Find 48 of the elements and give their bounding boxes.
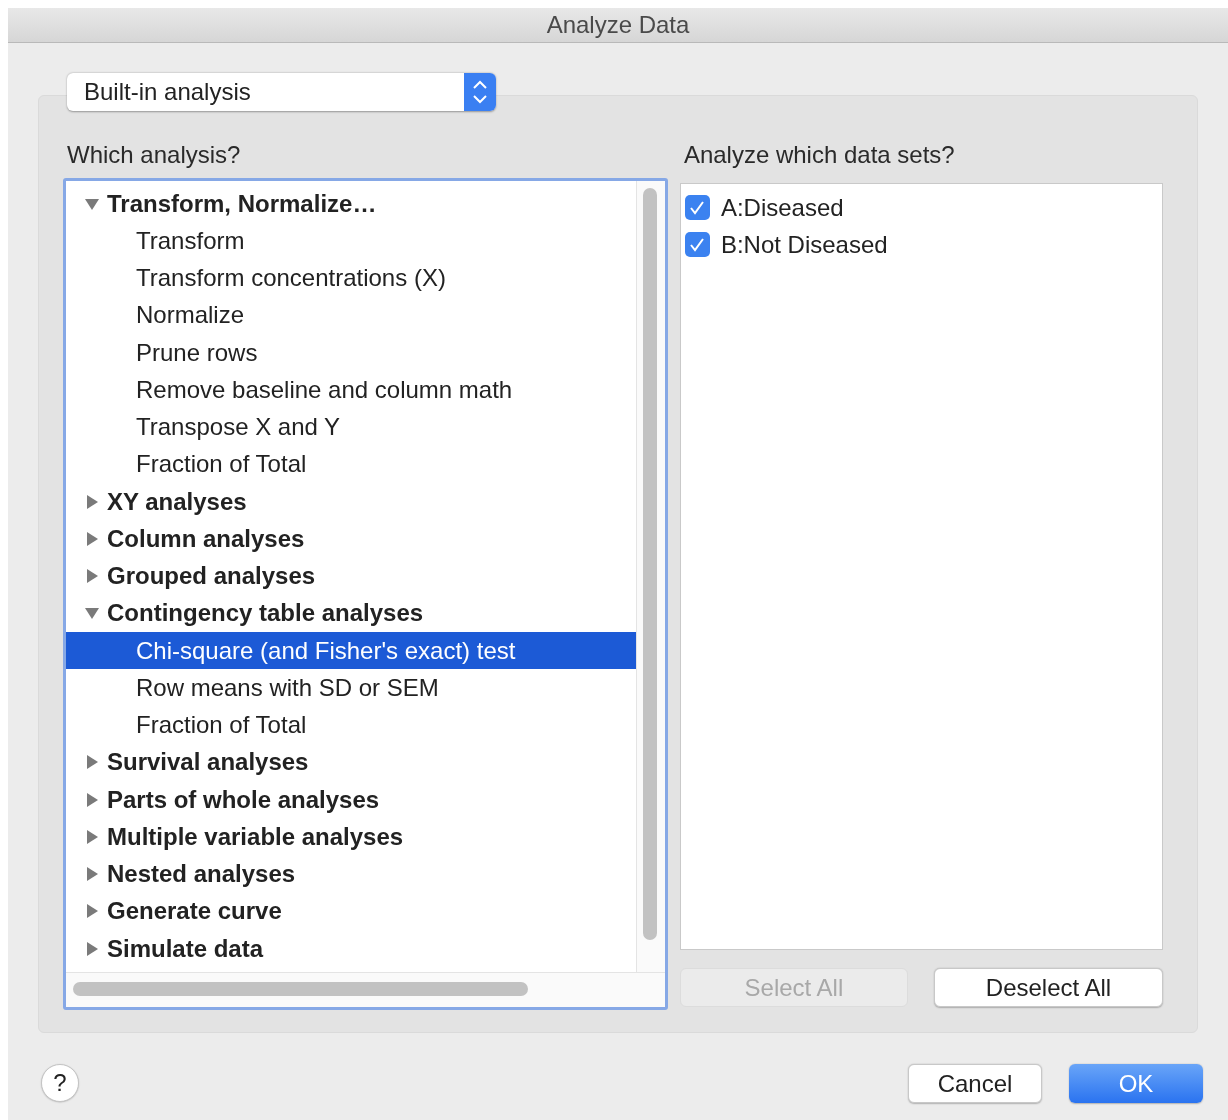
checkmark-icon bbox=[689, 236, 706, 253]
tree-group-item[interactable]: Parts of whole analyses bbox=[66, 781, 636, 819]
tree-group-item[interactable]: Contingency table analyses bbox=[66, 594, 636, 632]
collapsed-triangle-icon[interactable] bbox=[85, 792, 99, 807]
tree-item[interactable]: Transform concentrations (X) bbox=[66, 259, 636, 297]
tree-group-item[interactable]: Nested analyses bbox=[66, 855, 636, 893]
analysis-type-dropdown[interactable]: Built-in analysis bbox=[67, 73, 496, 111]
collapsed-triangle-icon[interactable] bbox=[85, 569, 99, 584]
collapsed-triangle-icon[interactable] bbox=[85, 829, 99, 844]
tree-item[interactable]: Transform bbox=[66, 222, 636, 260]
tree-item[interactable]: Normalize bbox=[66, 296, 636, 334]
deselect-all-button[interactable]: Deselect All bbox=[934, 968, 1163, 1007]
stepper-arrows-icon bbox=[464, 73, 496, 111]
window-title: Analyze Data bbox=[546, 11, 690, 39]
tree-item[interactable]: Remove baseline and column math bbox=[66, 371, 636, 409]
tree-item[interactable]: Prune rows bbox=[66, 334, 636, 372]
expanded-triangle-icon[interactable] bbox=[85, 606, 99, 621]
tree-group-item[interactable]: Multiple variable analyses bbox=[66, 818, 636, 856]
tree-item[interactable]: Fraction of Total bbox=[66, 445, 636, 483]
collapsed-triangle-icon[interactable] bbox=[85, 755, 99, 770]
vertical-scrollbar-thumb[interactable] bbox=[642, 188, 657, 940]
horizontal-scrollbar-thumb[interactable] bbox=[73, 982, 528, 996]
tree-group-item[interactable]: Grouped analyses bbox=[66, 557, 636, 595]
checkbox[interactable] bbox=[684, 232, 710, 258]
collapsed-triangle-icon[interactable] bbox=[85, 904, 99, 919]
tree-group-item[interactable]: XY analyses bbox=[66, 483, 636, 521]
tree-group-item[interactable]: Transform, Normalize… bbox=[66, 185, 636, 223]
collapsed-triangle-icon[interactable] bbox=[85, 531, 99, 546]
data-set-label[interactable]: A:Diseased bbox=[720, 193, 844, 222]
tree-group-item[interactable]: Column analyses bbox=[66, 520, 636, 558]
tree-group-item[interactable]: Survival analyses bbox=[66, 743, 636, 781]
tree-item[interactable]: Fraction of Total bbox=[66, 706, 636, 744]
expanded-triangle-icon[interactable] bbox=[85, 196, 99, 211]
cancel-button[interactable]: Cancel bbox=[908, 1064, 1042, 1103]
tree-item[interactable]: Row means with SD or SEM bbox=[66, 669, 636, 707]
checkbox[interactable] bbox=[684, 195, 710, 221]
data-set-label[interactable]: B:Not Diseased bbox=[720, 230, 888, 259]
checkmark-icon bbox=[689, 199, 706, 216]
help-button[interactable]: ? bbox=[41, 1063, 79, 1102]
data-sets-label: Analyze which data sets? bbox=[682, 141, 956, 169]
tree-group-item[interactable]: Simulate data bbox=[66, 930, 636, 968]
collapsed-triangle-icon[interactable] bbox=[85, 941, 99, 956]
tree-item[interactable]: Chi-square (and Fisher's exact) test bbox=[66, 632, 636, 670]
which-analysis-label: Which analysis? bbox=[66, 141, 242, 169]
collapsed-triangle-icon[interactable] bbox=[85, 867, 99, 882]
collapsed-triangle-icon[interactable] bbox=[85, 494, 99, 509]
tree-group-item[interactable]: Generate curve bbox=[66, 892, 636, 930]
tree-item[interactable]: Transpose X and Y bbox=[66, 408, 636, 446]
